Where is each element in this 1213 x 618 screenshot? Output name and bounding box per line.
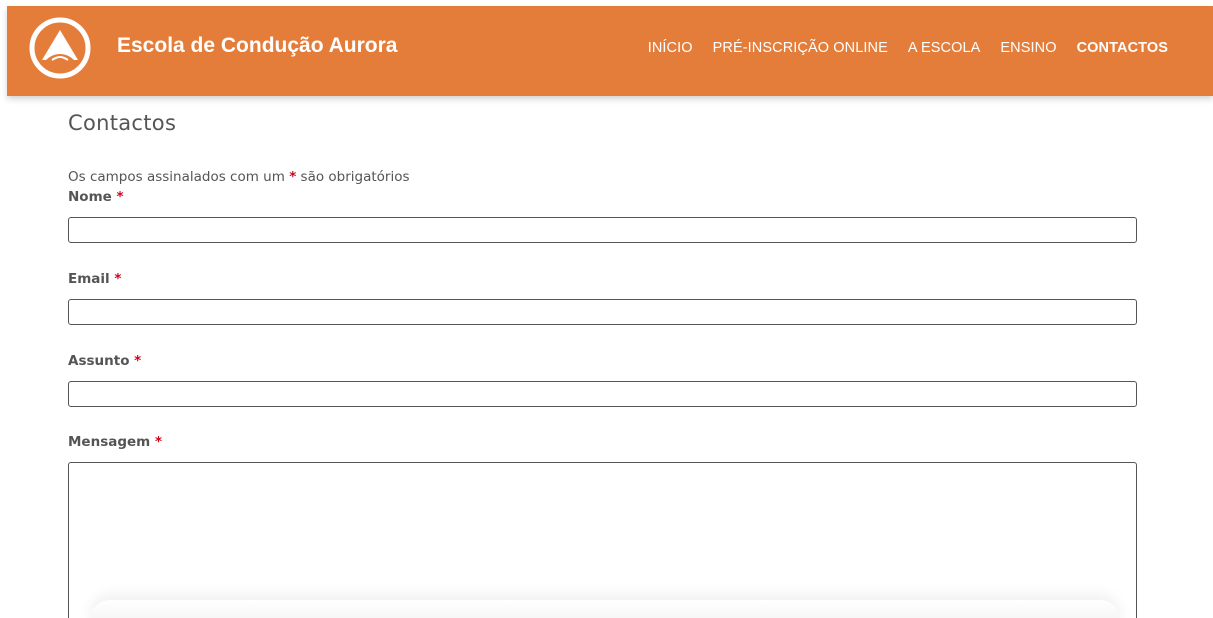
nav-item-pre-inscricao[interactable]: PRÉ-INSCRIÇÃO ONLINE [713, 40, 888, 56]
required-star: * [289, 169, 297, 185]
field-label-email: Email * [68, 271, 121, 287]
field-label-text: Email [68, 271, 110, 287]
name-field[interactable] [68, 217, 1137, 243]
main-nav: INÍCIO PRÉ-INSCRIÇÃO ONLINE A ESCOLA ENS… [628, 40, 1168, 56]
subject-field[interactable] [68, 381, 1137, 407]
field-label-nome: Nome * [68, 189, 124, 205]
site-brand-name[interactable]: Escola de Condução Aurora [117, 34, 397, 58]
required-note-text-after: são obrigatórios [300, 169, 410, 185]
page-title: Contactos [68, 111, 177, 135]
nav-item-contactos[interactable]: CONTACTOS [1077, 40, 1168, 56]
required-star: * [114, 271, 122, 287]
field-label-text: Assunto [68, 353, 130, 369]
message-textarea[interactable] [68, 462, 1137, 618]
field-label-mensagem: Mensagem * [68, 434, 162, 450]
required-fields-note: Os campos assinalados com um * são obrig… [68, 169, 410, 185]
required-star: * [116, 189, 124, 205]
required-star: * [154, 434, 162, 450]
required-note-text-before: Os campos assinalados com um [68, 169, 285, 185]
bottom-overlay-shadow [90, 600, 1120, 618]
mountain-road-logo-icon[interactable] [28, 16, 92, 80]
nav-item-ensino[interactable]: ENSINO [1000, 40, 1056, 56]
required-star: * [134, 353, 142, 369]
email-field[interactable] [68, 299, 1137, 325]
site-header: Escola de Condução Aurora INÍCIO PRÉ-INS… [7, 6, 1213, 96]
nav-item-a-escola[interactable]: A ESCOLA [908, 40, 981, 56]
nav-item-inicio[interactable]: INÍCIO [648, 40, 693, 56]
page: Escola de Condução Aurora INÍCIO PRÉ-INS… [0, 0, 1213, 618]
field-label-text: Mensagem [68, 434, 151, 450]
field-label-assunto: Assunto * [68, 353, 141, 369]
field-label-text: Nome [68, 189, 112, 205]
